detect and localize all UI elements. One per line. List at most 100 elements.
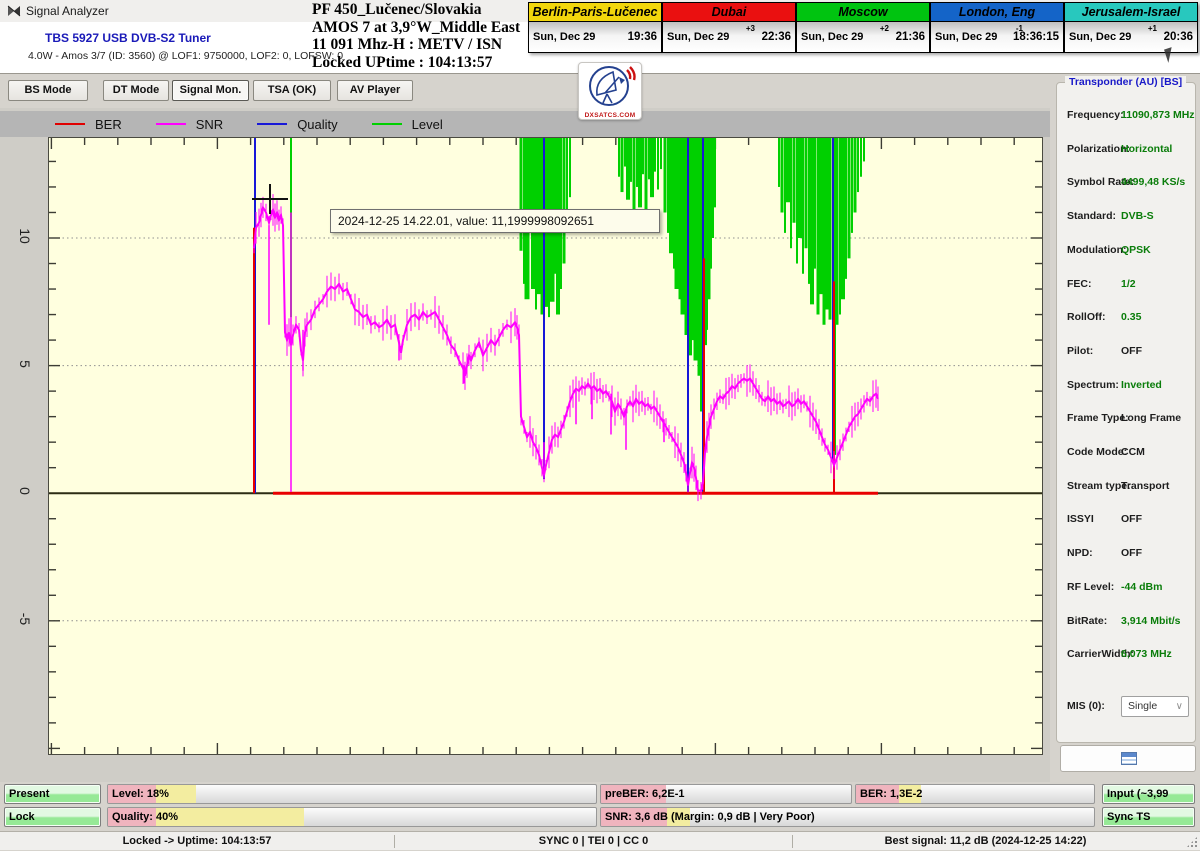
- clock-time: 22:36: [762, 31, 791, 43]
- clock-utc-offset: +3: [746, 24, 755, 33]
- preber-progressbar: preBER: 6,2E-1: [600, 784, 852, 804]
- clock-city: London, Eng: [931, 3, 1063, 22]
- lock-indicator: Lock: [4, 807, 101, 827]
- transponder-label: FEC:: [1067, 278, 1092, 290]
- level-progress-label: Level: 18%: [112, 785, 169, 803]
- transponder-value: 4499,48 KS/s: [1121, 176, 1185, 188]
- status-best-signal: Best signal: 11,2 dB (2024-12-25 14:22): [793, 832, 1178, 851]
- transponder-value: 0.35: [1121, 311, 1141, 323]
- transponder-row: Polarization:Horizontal: [1057, 143, 1197, 159]
- transponder-label: RF Level:: [1067, 581, 1114, 593]
- transponder-value: Inverted: [1121, 379, 1162, 391]
- tab-tsa[interactable]: TSA (OK): [253, 80, 331, 101]
- clock-time: 21:36: [896, 31, 925, 43]
- transponder-panel-title: Transponder (AU) [BS]: [1065, 76, 1186, 88]
- transponder-value: Horizontal: [1121, 143, 1172, 155]
- transponder-row: Symbol Rate:4499,48 KS/s: [1057, 176, 1197, 192]
- status-sync-counts: SYNC 0 | TEI 0 | CC 0: [395, 832, 792, 851]
- clock-5: Jerusalem-Israel Sun, Dec 29 +1 20:36: [1064, 2, 1198, 53]
- tuner-details: 4.0W - Amos 3/7 (ID: 3560) @ LOF1: 97500…: [28, 50, 343, 62]
- legend-snr-label: SNR: [196, 117, 223, 132]
- clock-date: Sun, Dec 29: [1069, 31, 1131, 43]
- transponder-row: BitRate: 3,914 Mbit/s: [1057, 615, 1197, 631]
- transponder-row: Stream type:Transport: [1057, 480, 1197, 496]
- status-bar: Locked -> Uptime: 104:13:57 SYNC 0 | TEI…: [0, 831, 1200, 850]
- transponder-value: -44 dBm: [1121, 581, 1162, 593]
- quality-fill: [156, 808, 304, 826]
- clock-city: Berlin-Paris-Lučenec: [529, 3, 661, 22]
- tab-bs-mode[interactable]: BS Mode: [8, 80, 88, 101]
- transponder-label: MIS (0):: [1067, 700, 1105, 712]
- transponder-row: ISSYIOFF: [1057, 513, 1197, 529]
- legend-level-label: Level: [412, 117, 443, 132]
- legend-ber-dash: [55, 123, 85, 125]
- ber-label: BER: 1,3E-2: [860, 785, 922, 803]
- transponder-label: Code Mode:: [1067, 446, 1127, 458]
- transponder-row: MIS (0):Single∨: [1057, 700, 1197, 716]
- legend-quality-dash: [257, 123, 287, 125]
- transponder-row: Code Mode:CCM: [1057, 446, 1197, 462]
- transponder-row: Modulation:QPSK: [1057, 244, 1197, 260]
- sync-ts-indicator: Sync TS: [1102, 807, 1195, 827]
- transponder-row: Frequency:11090,873 MHz: [1057, 109, 1197, 125]
- transponder-row: NPD:OFF: [1057, 547, 1197, 563]
- transponder-label: Modulation:: [1067, 244, 1126, 256]
- status-uptime: Locked -> Uptime: 104:13:57: [0, 832, 394, 851]
- transponder-value: 11090,873 MHz: [1121, 109, 1195, 121]
- transponder-row: Frame Type:Long Frame: [1057, 412, 1197, 428]
- transponder-list-button[interactable]: [1060, 745, 1196, 772]
- present-indicator: Present: [4, 784, 101, 804]
- dxsatcs-logo: DXSATCS.COM: [578, 62, 642, 120]
- legend-ber-label: BER: [95, 117, 122, 132]
- preber-label: preBER: 6,2E-1: [605, 785, 684, 803]
- transponder-value: OFF: [1121, 547, 1142, 559]
- transponder-row: FEC: 1/2: [1057, 278, 1197, 294]
- transponder-label: BitRate:: [1067, 615, 1107, 627]
- window-title: Signal Analyzer: [26, 4, 109, 18]
- clock-time: 18:36:15: [1013, 31, 1059, 43]
- tab-av-player[interactable]: AV Player: [337, 80, 413, 101]
- legend-quality-label: Quality: [297, 117, 337, 132]
- transponder-value: 3,914 Mbit/s: [1121, 615, 1181, 627]
- dxsatcs-logo-text: DXSATCS.COM: [579, 112, 641, 119]
- transponder-label: Frame Type:: [1067, 412, 1129, 424]
- clock-utc-offset: +2: [880, 24, 889, 33]
- transponder-value: Long Frame: [1121, 412, 1181, 424]
- y-tick-label: -5: [17, 606, 33, 632]
- quality-progress-label: Quality: 40%: [112, 808, 178, 826]
- clock-city: Moscow: [797, 3, 929, 22]
- clock-date: Sun, Dec 29: [667, 31, 729, 43]
- station-line3: 11 091 Mhz-H : METV / ISN: [312, 36, 520, 54]
- transponder-row: CarrierWidth:6,073 MHz: [1057, 648, 1197, 664]
- clock-city: Jerusalem-Israel: [1065, 3, 1197, 22]
- clock-time: 20:36: [1164, 31, 1193, 43]
- chart-legend: BER SNR Quality Level: [0, 111, 1050, 137]
- clock-date: Sun, Dec 29: [533, 31, 595, 43]
- tab-signal-mon[interactable]: Signal Mon.: [172, 80, 249, 101]
- transponder-value: 6,073 MHz: [1121, 648, 1172, 660]
- mis-select[interactable]: Single∨: [1121, 696, 1189, 717]
- transponder-value: CCM: [1121, 446, 1145, 458]
- input-indicator: Input (~3,99 Mbps): [1102, 784, 1195, 804]
- station-header: PF 450_Lučenec/Slovakia AMOS 7 at 3,9°W_…: [312, 1, 520, 71]
- list-icon: [1121, 752, 1137, 765]
- clock-4: London, EngSun, Dec 29-118:36:15: [930, 2, 1064, 53]
- transponder-row: RF Level: -44 dBm: [1057, 581, 1197, 597]
- resize-grip[interactable]: [1186, 836, 1198, 848]
- quality-progressbar: Quality: 40%: [107, 807, 597, 827]
- clock-city: Dubai: [663, 3, 795, 22]
- transponder-label: Standard:: [1067, 210, 1116, 222]
- clock-utc-offset: +1: [1148, 24, 1157, 33]
- transponder-label: Pilot:: [1067, 345, 1093, 357]
- clock-date: Sun, Dec 29: [801, 31, 863, 43]
- clock-time: 19:36: [628, 31, 657, 43]
- world-clocks-row: Berlin-Paris-Lučenec Sun, Dec 29 19:36 Duba…: [528, 2, 1198, 53]
- transponder-value: 1/2: [1121, 278, 1136, 290]
- ber-progressbar: BER: 1,3E-2: [855, 784, 1095, 804]
- clock-2: Dubai Sun, Dec 29 +3 22:36: [662, 2, 796, 53]
- station-line2: AMOS 7 at 3,9°W_Middle East: [312, 19, 520, 37]
- crosshair-cursor-v: [269, 184, 271, 214]
- tab-dt-mode[interactable]: DT Mode: [103, 80, 169, 101]
- transponder-value: OFF: [1121, 513, 1142, 525]
- level-progressbar: Level: 18%: [107, 784, 597, 804]
